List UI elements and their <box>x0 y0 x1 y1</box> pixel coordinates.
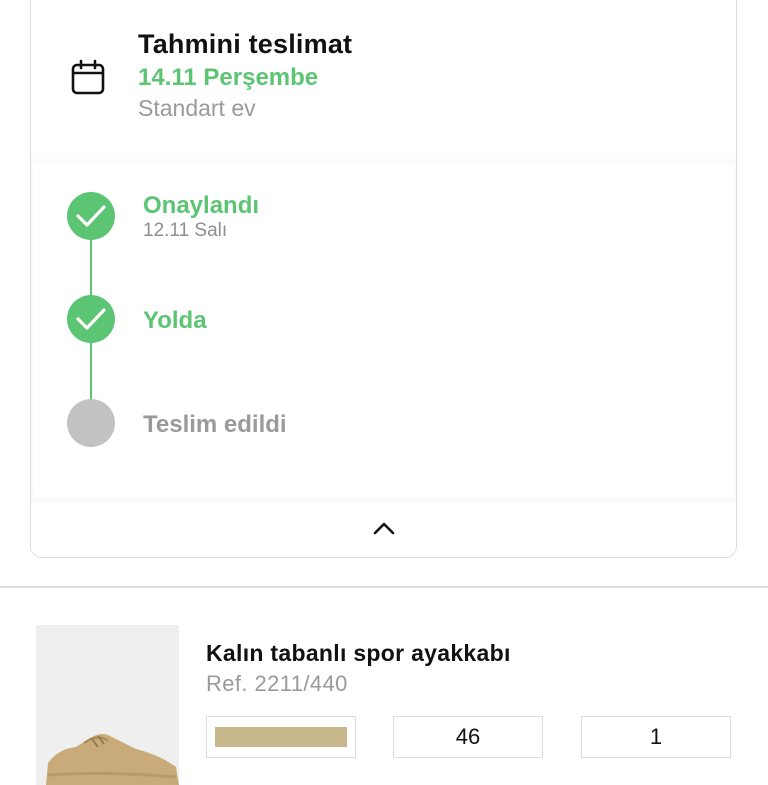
step-confirmed-date: 12.11 Salı <box>143 220 228 241</box>
chevron-up-icon <box>373 522 395 535</box>
product-color-field[interactable] <box>206 716 356 758</box>
step-confirmed-label: Onaylandı <box>143 192 260 219</box>
product-image[interactable] <box>36 625 179 785</box>
color-swatch <box>215 727 347 747</box>
delivery-title: Tahmini teslimat <box>138 29 353 59</box>
order-tracking-card: Tahmini teslimat 14.11 Perşembe Standart… <box>30 0 737 558</box>
tracking-timeline: Onaylandı 12.11 Salı Yolda Teslim edildi <box>31 159 736 503</box>
product-size-field[interactable]: 46 <box>393 716 543 758</box>
product-quantity-field[interactable]: 1 <box>581 716 731 758</box>
step-delivered-pending-icon <box>67 399 115 447</box>
tracking-panel: Onaylandı 12.11 Salı Yolda Teslim edildi <box>33 165 734 497</box>
delivery-date: 14.11 Perşembe <box>138 64 319 91</box>
step-in-transit-label: Yolda <box>143 307 207 334</box>
step-in-transit-check-icon <box>67 295 115 343</box>
collapse-tracking-button[interactable] <box>31 503 736 557</box>
section-divider <box>0 586 768 588</box>
sneaker-image <box>46 734 179 785</box>
calendar-icon <box>71 59 105 95</box>
product-ref: Ref. 2211/440 <box>206 671 348 696</box>
estimated-delivery-section: Tahmini teslimat 14.11 Perşembe Standart… <box>31 0 736 159</box>
step-confirmed-check-icon <box>67 192 115 240</box>
product-name: Kalın tabanlı spor ayakkabı <box>206 640 511 666</box>
step-delivered-label: Teslim edildi <box>143 411 287 438</box>
delivery-method: Standart ev <box>138 95 256 121</box>
